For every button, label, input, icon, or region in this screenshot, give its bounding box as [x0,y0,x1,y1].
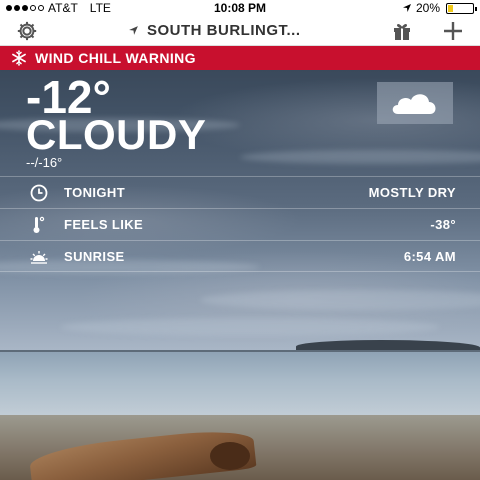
weather-alert-banner[interactable]: WIND CHILL WARNING [0,46,480,70]
driftwood-log-end [210,442,250,470]
status-bar: AT&T LTE 10:08 PM 20% [0,0,480,16]
cloud-icon [392,94,436,114]
detail-value: -38° [430,217,456,232]
battery-percent: 20% [415,1,440,15]
location-services-icon [402,4,411,12]
detail-row-sunrise[interactable]: SUNRISE 6:54 AM [0,240,480,272]
detail-label: FEELS LIKE [64,217,144,232]
plus-icon[interactable] [441,19,465,43]
detail-value: MOSTLY DRY [368,185,456,200]
snowflake-icon [12,50,26,66]
clock-icon [30,184,48,202]
app-header: SOUTH BURLINGT... [0,16,480,46]
alert-text: WIND CHILL WARNING [35,50,196,66]
high-low-temperature: --/-16° [26,155,63,170]
current-condition: CLOUDY [26,111,207,158]
status-right: 20% [402,1,477,15]
gear-icon[interactable] [16,20,38,42]
lake-water [0,352,480,422]
conditions-details: TONIGHT MOSTLY DRY FEELS LIKE -38° SUNRI… [0,176,480,272]
location-name: SOUTH BURLINGT... [147,22,301,39]
cloud-streak [60,318,440,336]
detail-value: 6:54 AM [403,249,456,264]
condition-icon-tile [377,82,453,124]
detail-row-feels-like[interactable]: FEELS LIKE -38° [0,208,480,240]
location-selector[interactable]: SOUTH BURLINGT... [128,22,301,39]
battery-fill [448,4,454,12]
battery-icon [446,2,477,14]
location-arrow-icon [129,26,138,35]
detail-label: TONIGHT [64,185,126,200]
detail-label: SUNRISE [64,249,125,264]
gift-icon[interactable] [392,21,412,41]
sunrise-icon [30,251,48,264]
thermometer-icon [33,216,45,233]
detail-row-tonight[interactable]: TONIGHT MOSTLY DRY [0,176,480,208]
